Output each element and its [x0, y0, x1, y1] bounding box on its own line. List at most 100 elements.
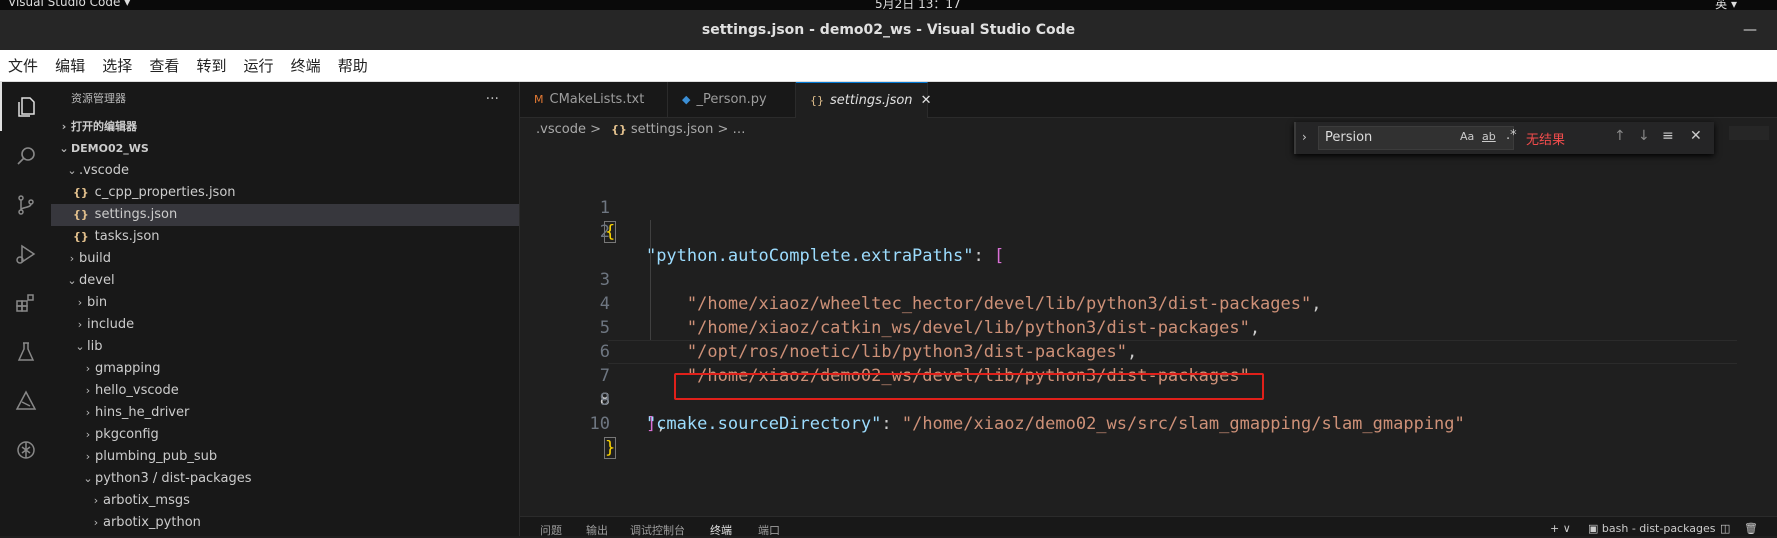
tree-item-pkgconfig[interactable]: › pkgconfig [51, 424, 519, 446]
tree-item-label: arbotix_python [103, 515, 201, 530]
chevron-right-icon: › [85, 406, 91, 419]
trash-icon[interactable]: 🗑 [1744, 522, 1758, 535]
match-case-icon[interactable]: Aa [1460, 130, 1474, 143]
code-line: 2 "python.autoComplete.extraPaths": [ [520, 196, 1777, 266]
input-method-indicator[interactable]: 英 ▾ [1715, 0, 1737, 10]
workspace-label: DEMO02_WS [71, 142, 149, 155]
menu-terminal[interactable]: 终端 [287, 50, 325, 82]
explorer-icon[interactable] [0, 82, 51, 131]
tree-item-label: .vscode [79, 163, 129, 178]
json-file-icon: {} [611, 123, 627, 136]
code-text: } [603, 437, 617, 459]
minimize-button[interactable]: — [1743, 10, 1757, 50]
more-actions-icon[interactable]: ··· [486, 82, 499, 116]
tab-cmakelists[interactable]: M CMakeLists.txt [520, 82, 668, 118]
code-line: 5 "/opt/ros/noetic/lib/python3/dist-pack… [520, 268, 1777, 362]
breadcrumb-tail[interactable]: > … [718, 122, 746, 137]
annotation-highlight-box [674, 373, 1264, 400]
menu-selection[interactable]: 选择 [98, 50, 136, 82]
tab-label: settings.json [830, 93, 913, 108]
source-control-icon[interactable] [0, 180, 51, 229]
chatgpt-icon[interactable] [0, 425, 51, 474]
code-line: 7 [520, 316, 1777, 386]
tree-item-label: build [79, 251, 111, 266]
tree-item-label: bin [87, 295, 108, 310]
chevron-right-icon: › [77, 296, 83, 309]
match-whole-word-icon[interactable]: ab [1482, 130, 1496, 143]
find-widget: › Persion Aa ab .* 无结果 ↑ ↓ ≡ ✕ [1294, 122, 1714, 154]
json-file-icon: {} [810, 94, 824, 107]
minimap[interactable] [1729, 126, 1769, 140]
tab-label: _Person.py [696, 92, 767, 107]
chevron-down-icon: ⌄ [83, 472, 93, 485]
tree-item-gmapping[interactable]: › gmapping [51, 358, 519, 380]
open-editors-section[interactable]: › 打开的编辑器 [51, 116, 519, 138]
tree-item-hins-he-driver[interactable]: › hins_he_driver [51, 402, 519, 424]
previous-match-icon[interactable]: ↑ [1614, 128, 1626, 144]
next-match-icon[interactable]: ↓ [1638, 128, 1650, 144]
menu-run[interactable]: 运行 [240, 50, 278, 82]
search-icon[interactable] [0, 131, 51, 180]
tree-item-build[interactable]: › build [51, 248, 519, 270]
tree-item-python3-dist-packages[interactable]: ⌄ python3 / dist-packages [51, 468, 519, 490]
tree-item-include[interactable]: › include [51, 314, 519, 336]
tree-item-arbotix-python[interactable]: › arbotix_python [51, 512, 519, 534]
chevron-right-icon: › [93, 516, 99, 529]
chevron-right-icon: › [61, 120, 67, 133]
line-number: 10 [589, 414, 610, 434]
menu-view[interactable]: 查看 [145, 50, 183, 82]
close-icon[interactable]: ✕ [921, 93, 932, 108]
menu-help[interactable]: 帮助 [334, 50, 372, 82]
testing-icon[interactable] [0, 327, 51, 376]
tree-item-arbotix-msgs[interactable]: › arbotix_msgs [51, 490, 519, 512]
menu-edit[interactable]: 编辑 [51, 50, 89, 82]
tab-settings-json[interactable]: {} settings.json ✕ [796, 82, 931, 118]
chevron-down-icon: ⌄ [59, 142, 69, 155]
toggle-replace-icon[interactable]: › [1302, 130, 1307, 144]
tree-item-label: include [87, 317, 135, 332]
use-regex-icon[interactable]: .* [1506, 128, 1517, 143]
menu-go[interactable]: 转到 [192, 50, 230, 82]
workspace-section[interactable]: ⌄ DEMO02_WS [51, 138, 519, 160]
tree-item-lib[interactable]: ⌄ lib [51, 336, 519, 358]
tree-item-settings-json[interactable]: {} settings.json [51, 204, 519, 226]
tree-item-plumbing-pub-sub[interactable]: › plumbing_pub_sub [51, 446, 519, 468]
system-app-menu[interactable]: Visual Studio Code ▾ [8, 0, 130, 9]
tree-item-label: devel [79, 273, 115, 288]
tree-item-vscode[interactable]: ⌄ .vscode [51, 160, 519, 182]
terminal-icon: ▣ [1588, 522, 1602, 535]
chevron-right-icon: › [85, 384, 91, 397]
explorer-sidebar: 资源管理器 ··· › 打开的编辑器 ⌄ DEMO02_WS ⌄ .vscode {}… [51, 82, 520, 536]
tree-item-hello-vscode[interactable]: › hello_vscode [51, 380, 519, 402]
activity-bar [0, 82, 51, 536]
json-file-icon: {} [73, 186, 89, 199]
remote-explorer-icon[interactable] [0, 376, 51, 425]
tree-item-bin[interactable]: › bin [51, 292, 519, 314]
cmake-file-icon: M [534, 93, 544, 106]
new-terminal-button[interactable]: + ∨ [1550, 522, 1571, 535]
tab-label: CMakeLists.txt [549, 92, 645, 107]
explorer-title: 资源管理器 [71, 92, 126, 105]
split-terminal-icon[interactable]: ◫ [1720, 522, 1730, 535]
chevron-down-icon: ⌄ [67, 164, 77, 177]
breadcrumb-folder[interactable]: .vscode [536, 122, 586, 137]
close-icon[interactable]: ✕ [1690, 128, 1702, 144]
code-line: 6 "/home/xiaoz/demo02_ws/devel/lib/pytho… [520, 292, 1777, 386]
tree-item-c-cpp-properties[interactable]: {} c_cpp_properties.json [51, 182, 519, 204]
tree-item-tasks-json[interactable]: {} tasks.json [51, 226, 519, 248]
tree-item-devel[interactable]: ⌄ devel [51, 270, 519, 292]
breadcrumb-separator: > [590, 122, 601, 137]
tree-item-label: lib [87, 339, 103, 354]
menu-file[interactable]: 文件 [4, 50, 42, 82]
system-clock[interactable]: 5月2日 13：17 [875, 0, 961, 10]
open-editors-label: 打开的编辑器 [71, 120, 137, 133]
code-line: 4 "/home/xiaoz/catkin_ws/devel/lib/pytho… [520, 244, 1777, 338]
run-debug-icon[interactable] [0, 229, 51, 278]
terminal-selector[interactable]: ▣ bash - dist-packages [1588, 522, 1716, 535]
tree-item-label: pkgconfig [95, 427, 159, 442]
extensions-icon[interactable] [0, 278, 51, 327]
breadcrumb-file[interactable]: settings.json [631, 122, 714, 137]
find-in-selection-icon[interactable]: ≡ [1662, 128, 1674, 144]
tab-person-py[interactable]: ◆ _Person.py [668, 82, 796, 118]
chevron-right-icon: › [85, 428, 91, 441]
